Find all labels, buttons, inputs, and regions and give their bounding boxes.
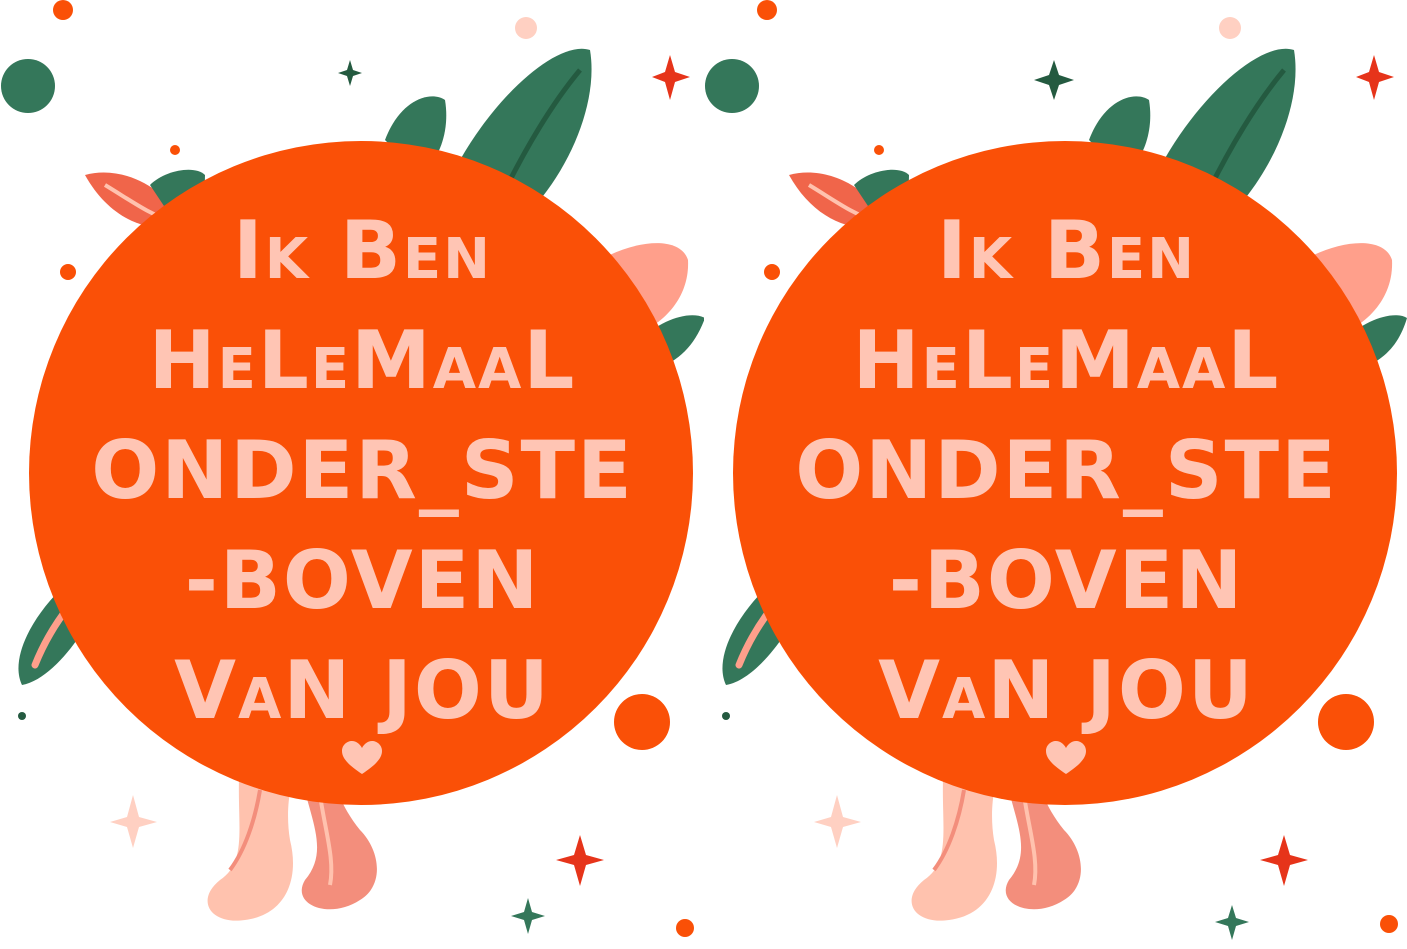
dot	[515, 17, 537, 39]
sparkle-icon	[556, 835, 604, 886]
sticker-card-1: Ik Ben HeLeMaaL ONDER_STE -BOVEN VaN JOU	[0, 0, 704, 949]
dot	[53, 0, 73, 20]
sticker-sheet: Ik Ben HeLeMaaL ONDER_STE -BOVEN VaN JOU	[0, 0, 1407, 949]
message-line: Ik Ben	[232, 204, 493, 297]
sparkle-icon	[1034, 60, 1074, 100]
message-line: HeLeMaaL	[852, 314, 1281, 407]
message-line: ONDER_STE	[91, 424, 634, 517]
message-line: Ik Ben	[936, 204, 1197, 297]
dot	[874, 145, 884, 155]
sticker-card-2: Ik Ben HeLeMaaL ONDER_STE -BOVEN VaN JOU	[704, 0, 1407, 949]
sparkle-icon	[110, 795, 157, 848]
sparkle-icon	[338, 60, 362, 86]
sparkle-icon	[814, 795, 861, 848]
message-line: -BOVEN	[184, 534, 541, 627]
sticker-message: Ik Ben HeLeMaaL ONDER_STE -BOVEN VaN JOU	[30, 196, 695, 746]
dot	[676, 919, 694, 937]
sparkle-icon	[511, 898, 545, 934]
message-line: -BOVEN	[888, 534, 1245, 627]
dot	[170, 145, 180, 155]
dot	[1380, 915, 1398, 933]
message-line: VaN JOU	[878, 644, 1255, 737]
dot	[18, 712, 26, 720]
heart-icon	[342, 741, 382, 774]
message-line: HeLeMaaL	[148, 314, 577, 407]
message-line: ONDER_STE	[795, 424, 1338, 517]
heart-icon	[1046, 741, 1086, 774]
dot	[757, 0, 777, 20]
dot	[705, 59, 759, 113]
sparkle-icon	[1260, 835, 1308, 886]
dot	[1, 59, 55, 113]
dot	[1219, 17, 1241, 39]
sparkle-icon	[1356, 55, 1394, 100]
sticker-message: Ik Ben HeLeMaaL ONDER_STE -BOVEN VaN JOU	[734, 196, 1399, 746]
sparkle-icon	[652, 55, 690, 100]
message-line: VaN JOU	[174, 644, 551, 737]
sparkle-icon	[1215, 905, 1249, 940]
dot	[722, 712, 730, 720]
